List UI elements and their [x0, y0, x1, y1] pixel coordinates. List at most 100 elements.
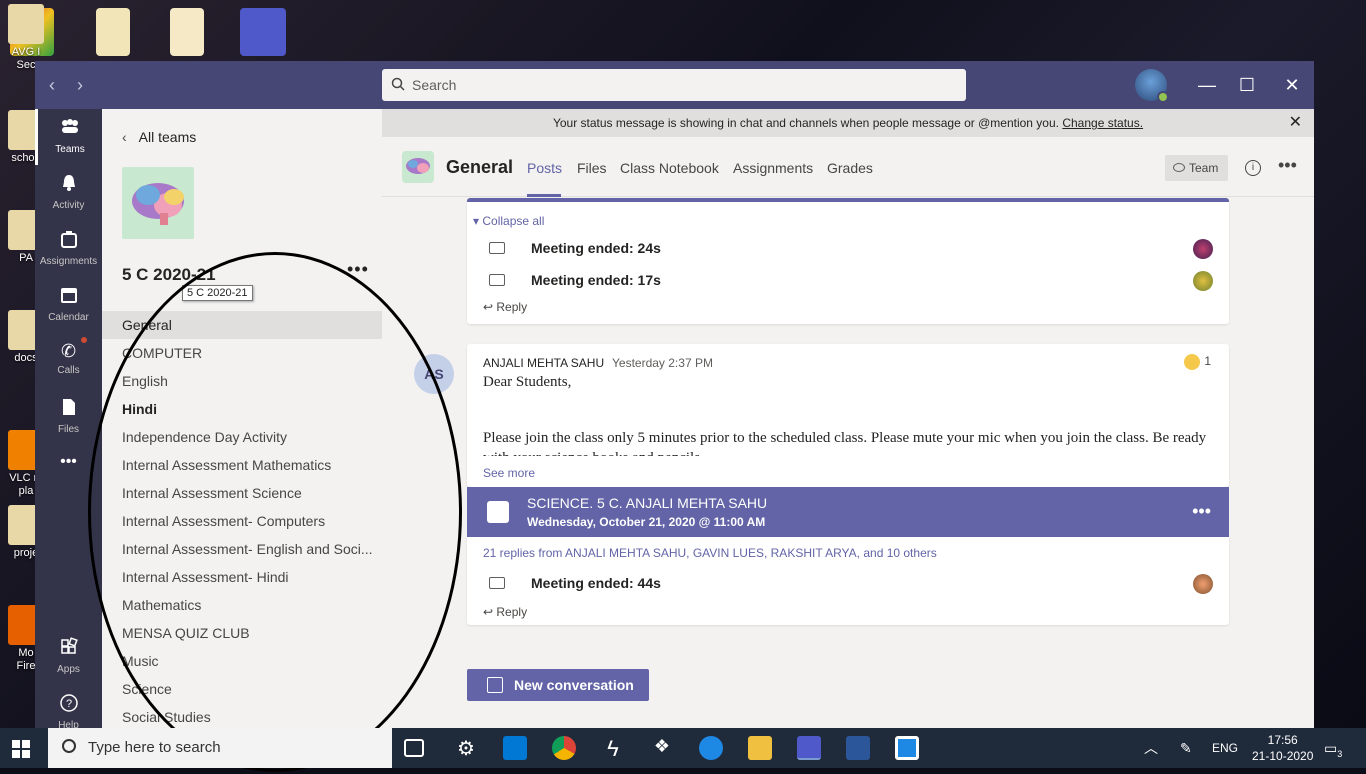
new-conversation-button[interactable]: New conversation — [467, 669, 649, 701]
title-bar: ‹ › Search — ☐ ✕ — [35, 61, 1314, 109]
reaction-badge[interactable]: 1 — [1184, 354, 1211, 370]
meeting-ended-row[interactable]: Meeting ended: 44s — [489, 573, 1229, 597]
rail-more-button[interactable]: ••• — [35, 453, 102, 509]
show-hidden-icons-chevron-icon[interactable]: ︿ — [1144, 728, 1158, 768]
search-placeholder: Search — [412, 77, 457, 93]
info-icon[interactable]: i — [1245, 160, 1261, 176]
zap-app-icon[interactable]: ϟ — [601, 736, 625, 761]
avatar[interactable] — [1193, 239, 1213, 259]
rail-calls-label: Calls — [57, 365, 80, 376]
search-input[interactable]: Search — [382, 69, 966, 101]
channel-item-general[interactable]: General — [102, 311, 382, 339]
reply-button[interactable]: ↩ Reply — [483, 300, 527, 314]
team-picture[interactable] — [122, 167, 194, 239]
taskbar-search-input[interactable]: Type here to search — [48, 728, 392, 768]
rail-apps[interactable]: Apps — [35, 629, 102, 685]
svg-text:?: ? — [65, 698, 71, 710]
channel-item-ia-hindi[interactable]: Internal Assessment- Hindi — [102, 563, 382, 591]
language-indicator[interactable]: ENG — [1212, 728, 1238, 768]
clock-date: 21-10-2020 — [1252, 749, 1314, 763]
rail-calendar[interactable]: Calendar — [35, 277, 102, 333]
bell-icon — [62, 175, 75, 191]
dropbox-icon[interactable]: ❖ — [650, 736, 674, 760]
teams-desktop-icon[interactable] — [240, 8, 286, 56]
meeting-ended-row[interactable]: Meeting ended: 24s — [489, 238, 1229, 262]
rail-assignments[interactable]: Assignments — [35, 221, 102, 277]
replies-summary-link[interactable]: 21 replies from ANJALI MEHTA SAHU, GAVIN… — [483, 546, 937, 560]
team-button-label: Team — [1189, 161, 1219, 175]
collapse-all-button[interactable]: ▾ Collapse all — [473, 214, 544, 228]
rail-activity[interactable]: Activity — [35, 165, 102, 221]
team-more-options-button[interactable]: ••• — [347, 259, 369, 280]
channel-item-social-studies[interactable]: Social Studies — [102, 703, 382, 731]
all-teams-link[interactable]: ‹ All teams — [122, 129, 196, 145]
channel-item-mathematics[interactable]: Mathematics — [102, 591, 382, 619]
channel-item-mensa-quiz[interactable]: MENSA QUIZ CLUB — [102, 619, 382, 647]
video-camera-icon — [489, 274, 505, 286]
close-banner-icon[interactable]: ✕ — [1289, 109, 1302, 137]
team-name: 5 C 2020-21 — [122, 265, 216, 284]
word-icon[interactable] — [846, 736, 870, 760]
channel-item-ia-science[interactable]: Internal Assessment Science — [102, 479, 382, 507]
rail-apps-label: Apps — [57, 664, 80, 675]
meeting-datetime: Wednesday, October 21, 2020 @ 11:00 AM — [527, 515, 766, 529]
notification-dot — [80, 337, 87, 343]
search-icon — [62, 739, 76, 753]
pen-icon[interactable]: ✎ — [1180, 728, 1192, 768]
see-more-link[interactable]: See more — [483, 466, 535, 480]
meeting-card[interactable]: SCIENCE. 5 C. ANJALI MEHTA SAHU Wednesda… — [467, 487, 1229, 537]
profile-avatar[interactable] — [1135, 69, 1169, 103]
file-explorer-icon[interactable] — [748, 736, 772, 760]
mail-icon[interactable] — [503, 736, 527, 760]
reply-button[interactable]: ↩ Reply — [483, 605, 527, 619]
vpn-app-icon[interactable] — [699, 736, 723, 760]
channel-item-ia-mathematics[interactable]: Internal Assessment Mathematics — [102, 451, 382, 479]
maximize-button[interactable]: ☐ — [1235, 73, 1259, 97]
author-avatar[interactable]: AS — [414, 354, 454, 394]
windows-start-icon[interactable] — [12, 740, 30, 758]
back-arrow-icon[interactable]: ‹ — [49, 75, 55, 96]
task-view-icon[interactable] — [404, 739, 424, 757]
channel-item-ia-computers[interactable]: Internal Assessment- Computers — [102, 507, 382, 535]
channel-main: Your status message is showing in chat a… — [382, 109, 1314, 728]
channel-item-science[interactable]: Science — [102, 675, 382, 703]
channel-item-computer[interactable]: COMPUTER — [102, 339, 382, 367]
taskbar-clock[interactable]: 17:56 21-10-2020 — [1252, 732, 1313, 764]
team-view-button[interactable]: Team — [1165, 155, 1228, 181]
folder-file-icon[interactable] — [96, 8, 130, 56]
chrome-icon[interactable] — [552, 736, 576, 760]
pdf-file-icon[interactable] — [170, 8, 204, 56]
channel-more-options-button[interactable]: ••• — [1278, 155, 1297, 176]
channel-item-independence-day[interactable]: Independence Day Activity — [102, 423, 382, 451]
tab-files[interactable]: Files — [577, 160, 607, 176]
channel-item-english[interactable]: English — [102, 367, 382, 395]
tab-grades[interactable]: Grades — [827, 160, 873, 176]
avatar[interactable] — [1193, 271, 1213, 291]
teams-taskbar-icon[interactable] — [797, 736, 821, 760]
compose-icon — [487, 677, 503, 693]
tab-class-notebook[interactable]: Class Notebook — [620, 160, 719, 176]
tab-posts[interactable]: Posts — [527, 160, 562, 176]
active-tab-indicator — [527, 194, 561, 197]
rail-files[interactable]: Files — [35, 389, 102, 445]
change-status-link[interactable]: Change status. — [1062, 116, 1143, 130]
rail-teams[interactable]: Teams — [35, 109, 102, 165]
channel-item-ia-english-social[interactable]: Internal Assessment- English and Soci... — [102, 535, 382, 563]
forward-arrow-icon[interactable]: › — [77, 75, 83, 96]
meeting-ended-text: Meeting ended: 17s — [531, 272, 661, 288]
teams-left-panel: ‹ All teams 5 C 2020-21 ••• 5 C 2020-21 G… — [102, 109, 382, 728]
reaction-count: 1 — [1204, 354, 1211, 369]
rail-calls[interactable]: ✆ Calls — [35, 333, 102, 389]
new-conversation-label: New conversation — [514, 677, 634, 693]
minimize-button[interactable]: — — [1195, 73, 1219, 97]
settings-gear-icon[interactable]: ⚙ — [454, 736, 478, 760]
meeting-more-options-button[interactable]: ••• — [1192, 501, 1211, 522]
avatar[interactable] — [1193, 574, 1213, 594]
app-icon[interactable] — [895, 736, 919, 760]
channel-item-music[interactable]: Music — [102, 647, 382, 675]
channel-item-hindi[interactable]: Hindi — [102, 395, 382, 423]
tab-assignments[interactable]: Assignments — [733, 160, 813, 176]
close-window-button[interactable]: ✕ — [1280, 73, 1304, 97]
notifications-icon[interactable]: ▭3 — [1324, 728, 1342, 768]
meeting-ended-row[interactable]: Meeting ended: 17s — [489, 270, 1229, 294]
